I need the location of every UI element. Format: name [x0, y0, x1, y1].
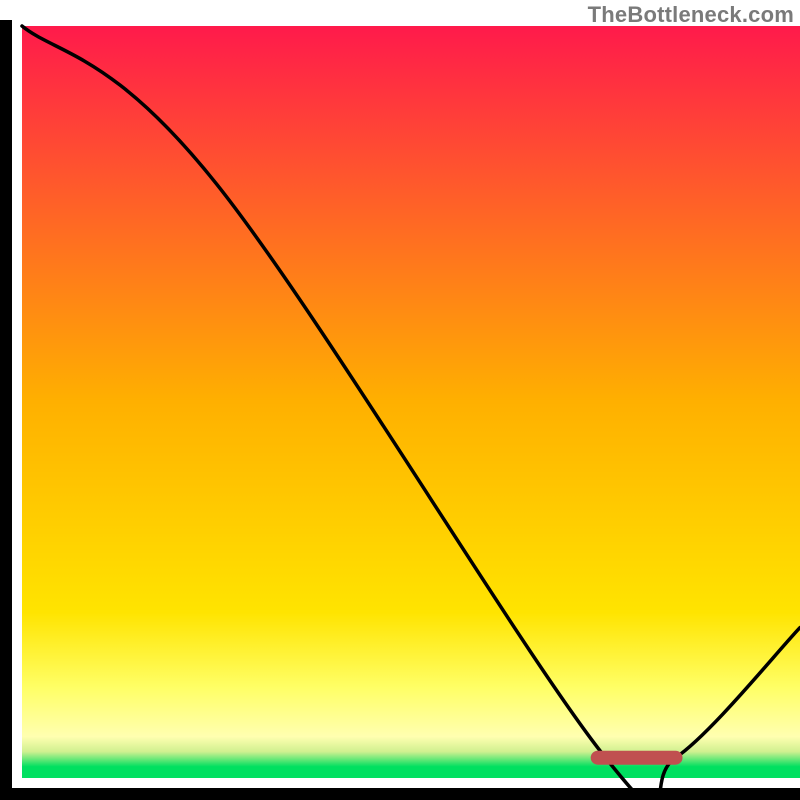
- axes: [4, 26, 800, 800]
- watermark: TheBottleneck.com: [588, 2, 794, 28]
- plot-area: [22, 26, 800, 778]
- chart-stage: TheBottleneck.com: [0, 0, 800, 800]
- bottleneck-chart: [0, 0, 800, 800]
